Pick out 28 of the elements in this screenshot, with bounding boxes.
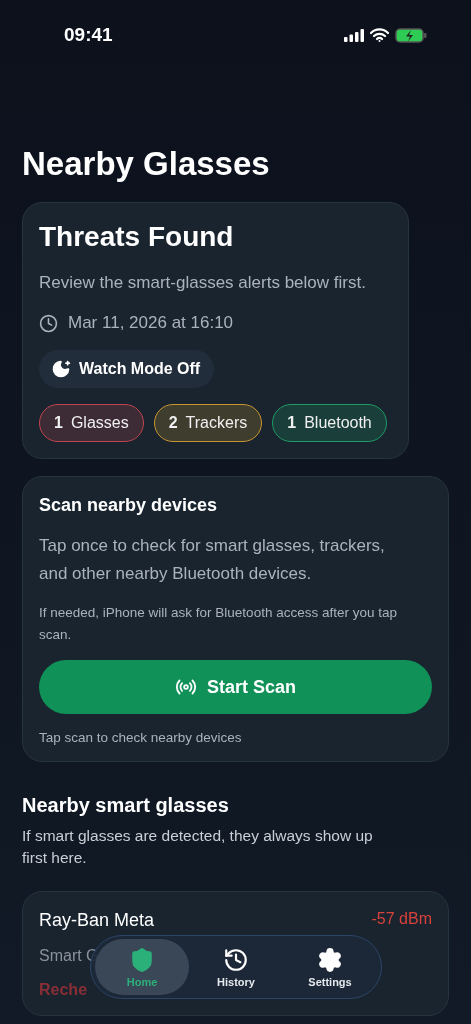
tab[interactable]: Settings: [283, 939, 377, 995]
tab[interactable]: History: [189, 939, 283, 995]
history-icon: [223, 946, 249, 973]
card-title: Scan nearby devices: [39, 495, 219, 516]
signal-strength: -57 dBm: [371, 910, 432, 929]
watch-mode-button[interactable]: Watch Mode Off: [39, 350, 215, 388]
scan-status: Tap scan to check nearby devices: [39, 730, 243, 745]
shield-icon: [129, 946, 155, 973]
moon-icon: [51, 359, 71, 379]
status-time: 09:41: [64, 24, 113, 46]
scan-note: If needed, iPhone will ask for Bluetooth access after you tap scan.: [39, 604, 398, 644]
wifi-icon: [370, 28, 389, 42]
clock-icon: [39, 313, 58, 333]
scan-timestamp: Mar 11, 2026 at 16:10: [68, 313, 234, 333]
section-title: Nearby smart glasses: [22, 794, 230, 817]
card-title: Threats Found: [39, 221, 235, 253]
scan-description: Tap once to check for smart glasses, trackers, and other nearby Bluetooth devices.: [39, 535, 386, 585]
battery-charging-icon: [395, 27, 427, 43]
count-chip: 1 Bluetooth: [272, 404, 387, 442]
card-subtitle: Review the smart-glasses alerts below first.: [39, 273, 367, 293]
count-chip: 1 Glasses: [39, 404, 144, 442]
device-name: Ray-Ban Meta: [39, 910, 155, 931]
recheck-link: Reche: [39, 981, 88, 999]
signal-icon: [344, 28, 364, 42]
count-chip: 2 Trackers: [153, 404, 263, 442]
page-title: Nearby Glasses: [22, 145, 271, 183]
section-subtitle: If smart glasses are detected, they always show up first here.: [22, 826, 374, 868]
start-scan-button[interactable]: Start Scan: [39, 660, 432, 714]
